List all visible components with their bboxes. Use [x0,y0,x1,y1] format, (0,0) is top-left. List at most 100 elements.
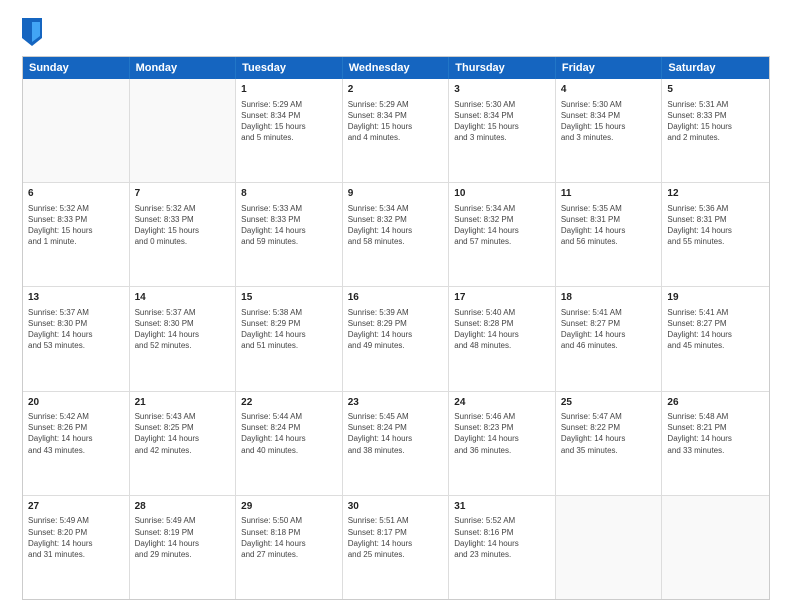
cal-day-cell [23,79,130,182]
day-info: Sunrise: 5:29 AM Sunset: 8:34 PM Dayligh… [348,99,444,144]
day-info: Sunrise: 5:45 AM Sunset: 8:24 PM Dayligh… [348,411,444,456]
cal-day-cell [130,79,237,182]
day-number: 20 [28,396,124,410]
cal-day-cell: 17Sunrise: 5:40 AM Sunset: 8:28 PM Dayli… [449,287,556,390]
cal-day-cell: 2 Sunrise: 5:29 AM Sunset: 8:34 PM Daylig… [343,79,450,182]
day-info: Sunrise: 5:50 AM Sunset: 8:18 PM Dayligh… [241,515,337,560]
cal-day-cell: 30Sunrise: 5:51 AM Sunset: 8:17 PM Dayli… [343,496,450,599]
day-number: 10 [454,187,550,201]
logo [22,18,46,46]
cal-header-day: Sunday [23,57,130,79]
day-number: 17 [454,291,550,305]
day-number: 4 [561,83,657,97]
cal-day-cell [662,496,769,599]
cal-day-cell: 28Sunrise: 5:49 AM Sunset: 8:19 PM Dayli… [130,496,237,599]
cal-day-cell: 25Sunrise: 5:47 AM Sunset: 8:22 PM Dayli… [556,392,663,495]
day-number: 5 [667,83,764,97]
day-info: Sunrise: 5:46 AM Sunset: 8:23 PM Dayligh… [454,411,550,456]
cal-day-cell: 1 Sunrise: 5:29 AM Sunset: 8:34 PM Daylig… [236,79,343,182]
cal-day-cell: 10Sunrise: 5:34 AM Sunset: 8:32 PM Dayli… [449,183,556,286]
day-info: Sunrise: 5:42 AM Sunset: 8:26 PM Dayligh… [28,411,124,456]
day-number: 23 [348,396,444,410]
cal-day-cell: 5 Sunrise: 5:31 AM Sunset: 8:33 PM Daylig… [662,79,769,182]
day-number: 7 [135,187,231,201]
cal-day-cell: 9Sunrise: 5:34 AM Sunset: 8:32 PM Daylig… [343,183,450,286]
day-number: 14 [135,291,231,305]
day-number: 2 [348,83,444,97]
cal-day-cell: 20Sunrise: 5:42 AM Sunset: 8:26 PM Dayli… [23,392,130,495]
cal-week-row: 1 Sunrise: 5:29 AM Sunset: 8:34 PM Daylig… [23,79,769,183]
cal-header-day: Friday [556,57,663,79]
day-info: Sunrise: 5:36 AM Sunset: 8:31 PM Dayligh… [667,203,764,248]
day-info: Sunrise: 5:51 AM Sunset: 8:17 PM Dayligh… [348,515,444,560]
cal-day-cell: 12 Sunrise: 5:36 AM Sunset: 8:31 PM Dayli… [662,183,769,286]
cal-week-row: 6 Sunrise: 5:32 AM Sunset: 8:33 PM Daylig… [23,183,769,287]
day-number: 12 [667,187,764,201]
day-number: 21 [135,396,231,410]
calendar-header: SundayMondayTuesdayWednesdayThursdayFrid… [23,57,769,79]
day-info: Sunrise: 5:49 AM Sunset: 8:20 PM Dayligh… [28,515,124,560]
day-number: 15 [241,291,337,305]
cal-day-cell: 27Sunrise: 5:49 AM Sunset: 8:20 PM Dayli… [23,496,130,599]
day-number: 13 [28,291,124,305]
cal-week-row: 27Sunrise: 5:49 AM Sunset: 8:20 PM Dayli… [23,496,769,599]
header [22,18,770,46]
day-info: Sunrise: 5:29 AM Sunset: 8:34 PM Dayligh… [241,99,337,144]
day-number: 6 [28,187,124,201]
day-info: Sunrise: 5:43 AM Sunset: 8:25 PM Dayligh… [135,411,231,456]
cal-header-day: Monday [130,57,237,79]
day-info: Sunrise: 5:49 AM Sunset: 8:19 PM Dayligh… [135,515,231,560]
cal-day-cell: 8Sunrise: 5:33 AM Sunset: 8:33 PM Daylig… [236,183,343,286]
calendar: SundayMondayTuesdayWednesdayThursdayFrid… [22,56,770,600]
day-info: Sunrise: 5:35 AM Sunset: 8:31 PM Dayligh… [561,203,657,248]
cal-day-cell: 3Sunrise: 5:30 AM Sunset: 8:34 PM Daylig… [449,79,556,182]
cal-week-row: 13 Sunrise: 5:37 AM Sunset: 8:30 PM Dayli… [23,287,769,391]
cal-day-cell: 13Sunrise: 5:37 AM Sunset: 8:30 PM Dayli… [23,287,130,390]
calendar-body: 1 Sunrise: 5:29 AM Sunset: 8:34 PM Daylig… [23,79,769,599]
day-info: Sunrise: 5:33 AM Sunset: 8:33 PM Dayligh… [241,203,337,248]
cal-week-row: 20Sunrise: 5:42 AM Sunset: 8:26 PM Dayli… [23,392,769,496]
cal-header-day: Thursday [449,57,556,79]
day-number: 30 [348,500,444,514]
day-info: Sunrise: 5:41 AM Sunset: 8:27 PM Dayligh… [667,307,764,352]
day-number: 1 [241,83,337,97]
day-info: Sunrise: 5:47 AM Sunset: 8:22 PM Dayligh… [561,411,657,456]
day-info: Sunrise: 5:52 AM Sunset: 8:16 PM Dayligh… [454,515,550,560]
day-number: 19 [667,291,764,305]
day-number: 18 [561,291,657,305]
cal-day-cell: 22Sunrise: 5:44 AM Sunset: 8:24 PM Dayli… [236,392,343,495]
logo-icon [22,18,42,46]
day-number: 22 [241,396,337,410]
day-number: 16 [348,291,444,305]
cal-day-cell: 7Sunrise: 5:32 AM Sunset: 8:33 PM Daylig… [130,183,237,286]
day-number: 27 [28,500,124,514]
day-info: Sunrise: 5:30 AM Sunset: 8:34 PM Dayligh… [454,99,550,144]
cal-day-cell: 18 Sunrise: 5:41 AM Sunset: 8:27 PM Dayli… [556,287,663,390]
cal-day-cell: 29Sunrise: 5:50 AM Sunset: 8:18 PM Dayli… [236,496,343,599]
cal-day-cell: 14 Sunrise: 5:37 AM Sunset: 8:30 PM Dayli… [130,287,237,390]
cal-day-cell: 16Sunrise: 5:39 AM Sunset: 8:29 PM Dayli… [343,287,450,390]
cal-day-cell [556,496,663,599]
day-info: Sunrise: 5:31 AM Sunset: 8:33 PM Dayligh… [667,99,764,144]
day-number: 29 [241,500,337,514]
day-number: 31 [454,500,550,514]
day-info: Sunrise: 5:37 AM Sunset: 8:30 PM Dayligh… [135,307,231,352]
day-number: 28 [135,500,231,514]
cal-day-cell: 11Sunrise: 5:35 AM Sunset: 8:31 PM Dayli… [556,183,663,286]
cal-day-cell: 21Sunrise: 5:43 AM Sunset: 8:25 PM Dayli… [130,392,237,495]
cal-day-cell: 4 Sunrise: 5:30 AM Sunset: 8:34 PM Daylig… [556,79,663,182]
day-info: Sunrise: 5:32 AM Sunset: 8:33 PM Dayligh… [28,203,124,248]
cal-day-cell: 6 Sunrise: 5:32 AM Sunset: 8:33 PM Daylig… [23,183,130,286]
cal-header-day: Wednesday [343,57,450,79]
day-info: Sunrise: 5:34 AM Sunset: 8:32 PM Dayligh… [348,203,444,248]
cal-day-cell: 19 Sunrise: 5:41 AM Sunset: 8:27 PM Dayli… [662,287,769,390]
day-number: 24 [454,396,550,410]
cal-day-cell: 15 Sunrise: 5:38 AM Sunset: 8:29 PM Dayli… [236,287,343,390]
day-info: Sunrise: 5:30 AM Sunset: 8:34 PM Dayligh… [561,99,657,144]
cal-day-cell: 24Sunrise: 5:46 AM Sunset: 8:23 PM Dayli… [449,392,556,495]
page: SundayMondayTuesdayWednesdayThursdayFrid… [0,0,792,612]
day-info: Sunrise: 5:41 AM Sunset: 8:27 PM Dayligh… [561,307,657,352]
day-info: Sunrise: 5:38 AM Sunset: 8:29 PM Dayligh… [241,307,337,352]
cal-header-day: Tuesday [236,57,343,79]
cal-day-cell: 26Sunrise: 5:48 AM Sunset: 8:21 PM Dayli… [662,392,769,495]
